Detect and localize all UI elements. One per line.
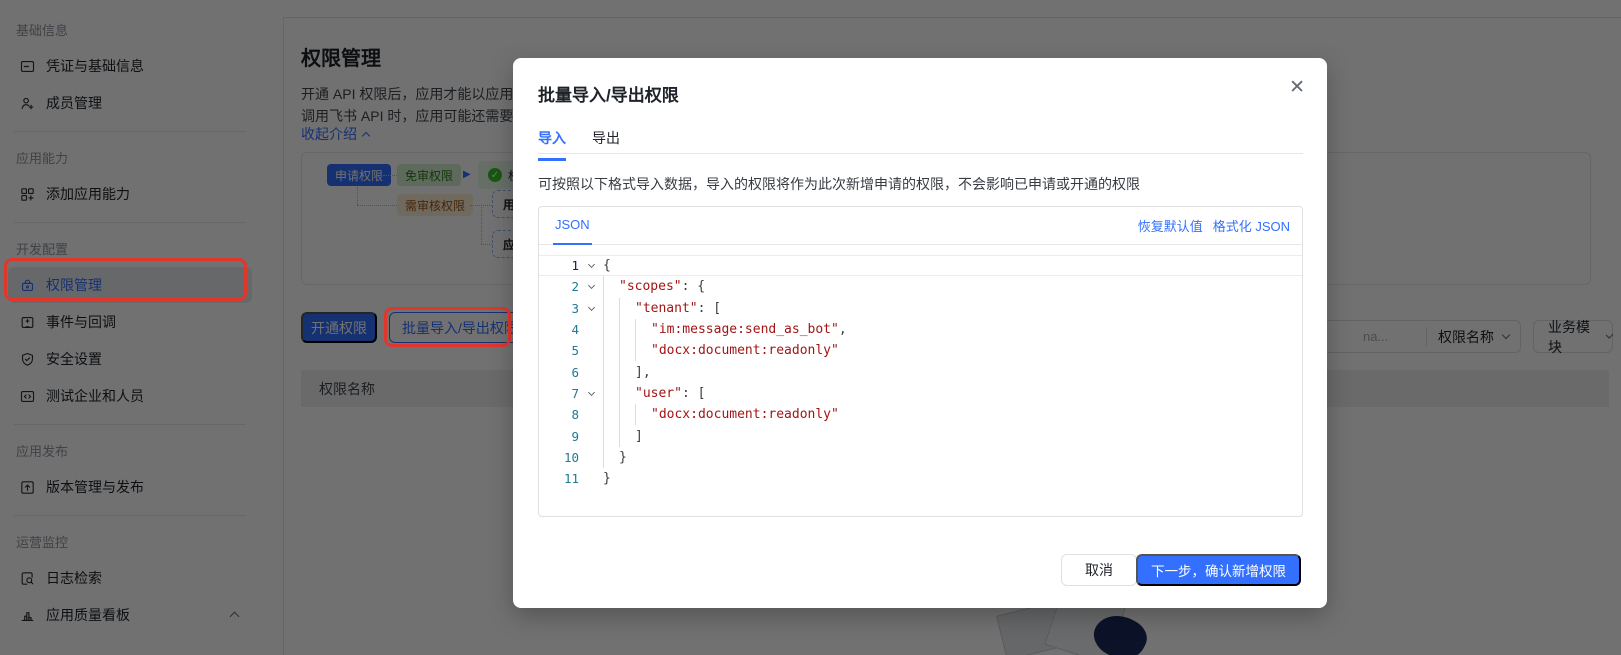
- indent-guide: [603, 276, 619, 297]
- code-text: "tenant": [: [635, 298, 721, 319]
- code-text: }: [619, 447, 627, 468]
- code-text: {: [603, 256, 611, 275]
- line-number: 6: [539, 365, 579, 380]
- code-text: }: [603, 468, 611, 489]
- indent-guide: [603, 361, 619, 382]
- json-editor[interactable]: JSON 恢复默认值 格式化 JSON 1{2"scopes": {3"tena…: [538, 206, 1303, 517]
- line-number: 11: [539, 471, 579, 486]
- format-json-link[interactable]: 格式化 JSON: [1213, 216, 1290, 235]
- indent-guide: [603, 319, 619, 340]
- indent-guide: [603, 340, 619, 361]
- code-line-5[interactable]: 5 "docx:document:readonly": [539, 340, 1302, 361]
- code-line-4[interactable]: 4 "im:message:send_as_bot",: [539, 319, 1302, 340]
- indent-guide: [619, 340, 635, 361]
- code-text: "im:message:send_as_bot",: [651, 319, 847, 340]
- fold-chevron-down-icon[interactable]: [579, 285, 603, 288]
- line-number: 3: [539, 301, 579, 316]
- confirm-next-step-button[interactable]: 下一步，确认新增权限: [1136, 554, 1301, 586]
- line-number: 9: [539, 429, 579, 444]
- code-line-10[interactable]: 10}: [539, 447, 1302, 468]
- line-number: 1: [539, 258, 579, 273]
- line-number: 5: [539, 343, 579, 358]
- indent-guide: [603, 383, 619, 404]
- code-line-9[interactable]: 9]: [539, 425, 1302, 446]
- indent-guide: [619, 404, 635, 425]
- line-number: 4: [539, 322, 579, 337]
- code-line-11[interactable]: 11}: [539, 468, 1302, 489]
- indent-guide: [635, 404, 651, 425]
- indent-guide: [619, 425, 635, 446]
- indent-guide: [619, 383, 635, 404]
- annotation-box-sidebar-permissions: [4, 258, 247, 301]
- indent-guide: [635, 319, 651, 340]
- code-line-3[interactable]: 3 "tenant": [: [539, 298, 1302, 319]
- code-text: "docx:document:readonly": [651, 404, 839, 425]
- code-text: "user": [: [635, 383, 705, 404]
- screen: 基础信息凭证与基础信息成员管理应用能力添加应用能力开发配置权限管理事件与回调安全…: [0, 0, 1621, 655]
- indent-guide: [619, 298, 635, 319]
- code-line-7[interactable]: 7 "user": [: [539, 383, 1302, 404]
- code-line-8[interactable]: 8 "docx:document:readonly": [539, 404, 1302, 425]
- line-number: 7: [539, 386, 579, 401]
- fold-chevron-down-icon[interactable]: [579, 307, 603, 310]
- editor-header: JSON 恢复默认值 格式化 JSON: [539, 207, 1302, 245]
- code-line-6[interactable]: 6],: [539, 361, 1302, 382]
- restore-default-link[interactable]: 恢复默认值: [1138, 216, 1203, 235]
- editor-lang-tab[interactable]: JSON: [553, 207, 592, 245]
- close-icon[interactable]: ✕: [1289, 78, 1305, 97]
- code-text: ]: [635, 425, 643, 446]
- code-area[interactable]: 1{2"scopes": {3"tenant": [4"im:message:s…: [539, 245, 1302, 489]
- fold-chevron-down-icon[interactable]: [579, 264, 603, 267]
- line-number: 2: [539, 279, 579, 294]
- modal-title: 批量导入/导出权限: [538, 81, 679, 106]
- indent-guide: [603, 447, 619, 468]
- line-number: 8: [539, 407, 579, 422]
- cancel-button[interactable]: 取消: [1061, 554, 1137, 586]
- modal-description: 可按照以下格式导入数据，导入的权限将作为此次新增申请的权限，不会影响已申请或开通…: [538, 174, 1140, 194]
- code-line-2[interactable]: 2 "scopes": {: [539, 276, 1302, 297]
- batch-import-export-modal: 批量导入/导出权限 ✕ 导入 导出 可按照以下格式导入数据，导入的权限将作为此次…: [513, 58, 1327, 608]
- tab-export[interactable]: 导出: [592, 128, 620, 161]
- indent-guide: [603, 425, 619, 446]
- indent-guide: [603, 298, 619, 319]
- modal-tabs: 导入 导出: [538, 128, 620, 161]
- annotation-box-batch-button: [384, 307, 511, 347]
- fold-chevron-down-icon[interactable]: [579, 392, 603, 395]
- indent-guide: [619, 361, 635, 382]
- code-text: "scopes": {: [619, 276, 705, 297]
- divider: [538, 153, 1303, 154]
- indent-guide: [635, 340, 651, 361]
- code-line-1[interactable]: 1{: [539, 255, 1302, 276]
- code-text: "docx:document:readonly": [651, 340, 839, 361]
- tab-import[interactable]: 导入: [538, 128, 566, 161]
- line-number: 10: [539, 450, 579, 465]
- indent-guide: [619, 319, 635, 340]
- indent-guide: [603, 404, 619, 425]
- code-text: ],: [635, 361, 651, 382]
